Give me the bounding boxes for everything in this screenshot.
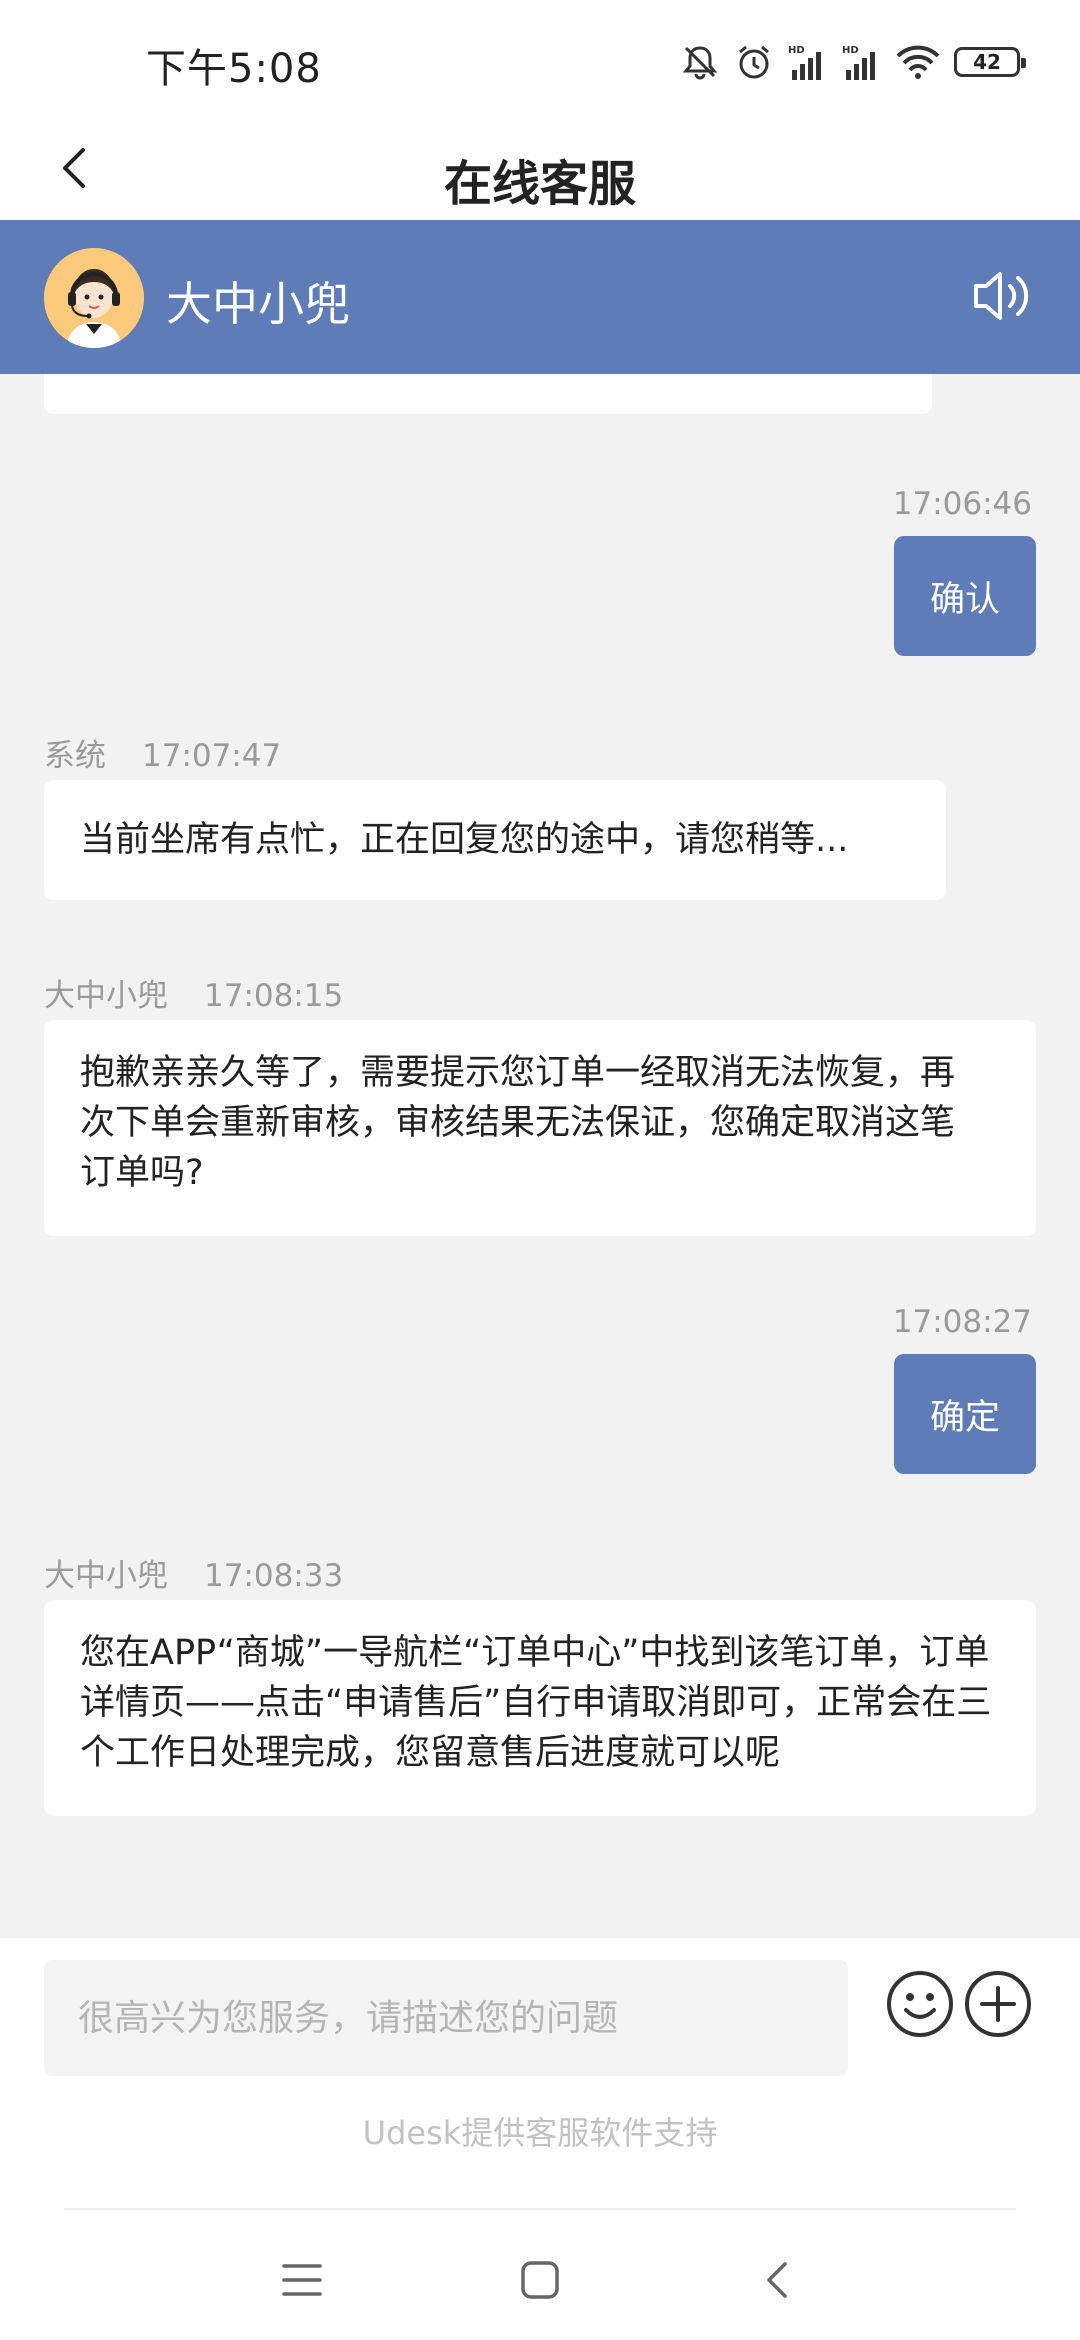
powered-by-text: Udesk提供客服软件支持 — [362, 2114, 718, 2152]
message-sender: 大中小兜 — [44, 978, 168, 1014]
agent-name: 大中小兜 — [166, 277, 350, 331]
signal-icon: HD — [788, 42, 828, 82]
message-bubble-agent: 抱歉亲亲久等了，需要提示您订单一经取消无法恢复，再 次下单会重新审核，审核结果无… — [44, 1020, 1036, 1236]
status-icons: HD HD 42 — [680, 40, 1026, 84]
message-line: 个工作日处理完成，您留意售后进度就可以呢 — [80, 1733, 781, 1773]
system-nav-bar — [0, 2208, 1080, 2340]
page-title: 在线客服 — [443, 156, 636, 212]
svg-text:HD: HD — [842, 45, 859, 56]
message-time: 17:06:46 — [892, 486, 1032, 522]
chat-area[interactable]: 17:06:46 确认 系统 17:07:47 当前坐席有点忙，正在回复您的途中，… — [0, 374, 1080, 1938]
message-meta: 系统 17:07:47 — [44, 730, 281, 775]
nav-divider — [64, 2208, 1016, 2210]
message-time: 17:08:15 — [204, 978, 344, 1014]
message-time: 17:08:33 — [204, 1558, 344, 1594]
menu-icon — [282, 2262, 322, 2302]
home-icon — [520, 2260, 560, 2304]
wifi-icon — [896, 42, 940, 82]
status-time: 下午5:08 — [146, 46, 322, 92]
agent-header: 大中小兜 — [0, 220, 1080, 374]
plus-button[interactable] — [962, 1968, 1034, 2040]
speaker-icon — [972, 272, 1036, 330]
message-line: 订单吗? — [80, 1153, 204, 1193]
svg-text:HD: HD — [788, 45, 805, 56]
message-time: 17:07:47 — [142, 738, 282, 774]
message-text: 当前坐席有点忙，正在回复您的途中，请您稍等... — [80, 820, 849, 860]
message-line: 详情页——点击“申请售后”自行申请取消即可，正常会在三 — [80, 1683, 992, 1723]
speaker-button[interactable] — [972, 266, 1036, 326]
plus-icon — [962, 1971, 1034, 2044]
message-bubble-system: 当前坐席有点忙，正在回复您的途中，请您稍等... — [44, 780, 946, 900]
message-meta: 大中小兜 17:08:15 — [44, 970, 343, 1015]
title-bar: 在线客服 — [0, 120, 1080, 220]
emoji-icon — [884, 1971, 956, 2044]
input-area: Udesk提供客服软件支持 — [0, 1938, 1080, 2208]
nav-back-button[interactable] — [748, 2252, 808, 2312]
mute-icon — [680, 42, 720, 82]
alarm-icon — [734, 42, 774, 82]
message-sender: 大中小兜 — [44, 1558, 168, 1594]
emoji-button[interactable] — [884, 1968, 956, 2040]
message-input[interactable] — [44, 1960, 848, 2076]
message-line: 抱歉亲亲久等了，需要提示您订单一经取消无法恢复，再 — [80, 1053, 956, 1093]
menu-button[interactable] — [272, 2252, 332, 2312]
battery-icon: 42 — [954, 47, 1026, 77]
nav-back-icon — [763, 2260, 793, 2304]
home-button[interactable] — [510, 2252, 570, 2312]
signal-icon-2: HD — [842, 42, 882, 82]
message-line: 次下单会重新审核，审核结果无法保证，您确定取消这笔 — [80, 1103, 956, 1143]
message-bubble-user: 确认 — [894, 536, 1036, 656]
message-bubble-user: 确定 — [894, 1354, 1036, 1474]
message-time: 17:08:27 — [892, 1304, 1032, 1340]
message-bubble-partial — [44, 374, 932, 414]
message-sender: 系统 — [44, 738, 106, 774]
message-meta: 大中小兜 17:08:33 — [44, 1550, 343, 1595]
message-line: 您在APP“商城”一导航栏“订单中心”中找到该笔订单，订单 — [80, 1633, 990, 1673]
status-bar: 下午5:08 HD HD 42 — [0, 0, 1080, 120]
agent-avatar — [44, 248, 144, 348]
message-bubble-agent: 您在APP“商城”一导航栏“订单中心”中找到该笔订单，订单 详情页——点击“申请… — [44, 1600, 1036, 1816]
